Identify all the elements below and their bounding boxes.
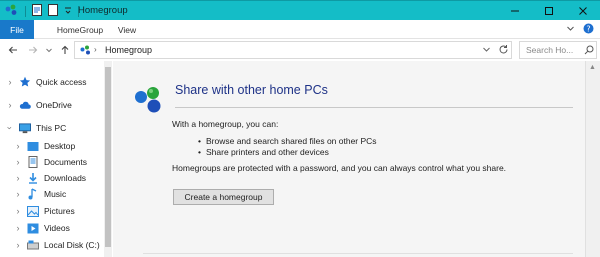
title-divider bbox=[175, 107, 573, 108]
content-pane: Share with other home PCs With a homegro… bbox=[113, 61, 585, 257]
title-bar: Homegroup bbox=[0, 0, 600, 20]
list-item: • Browse and search shared files on other… bbox=[198, 135, 377, 146]
new-folder-icon[interactable] bbox=[48, 4, 58, 18]
expand-chevron-icon[interactable]: › bbox=[5, 77, 15, 87]
tab-view[interactable]: View bbox=[112, 20, 142, 39]
videos-icon bbox=[27, 222, 39, 234]
content-scrollbar[interactable]: ▲ bbox=[585, 61, 600, 257]
feature-list: • Browse and search shared files on other… bbox=[198, 135, 377, 157]
star-icon bbox=[19, 76, 31, 88]
nav-scrollbar[interactable] bbox=[104, 61, 112, 257]
window-controls bbox=[498, 1, 600, 21]
expand-chevron-icon[interactable]: › bbox=[13, 206, 23, 216]
nav-label: OneDrive bbox=[36, 100, 72, 110]
disk-icon bbox=[27, 239, 39, 251]
collapse-chevron-icon[interactable]: › bbox=[5, 123, 15, 133]
nav-label: Quick access bbox=[36, 77, 87, 87]
bottom-divider bbox=[143, 253, 573, 254]
window-title: Homegroup bbox=[78, 5, 128, 16]
nav-item-documents[interactable]: › Documents bbox=[0, 154, 112, 170]
help-icon[interactable]: ? bbox=[583, 23, 594, 36]
search-input[interactable]: Search Ho... bbox=[526, 45, 573, 55]
nav-item-downloads[interactable]: › Downloads bbox=[0, 170, 112, 186]
nav-label: This PC bbox=[36, 123, 67, 133]
nav-label: Downloads bbox=[44, 173, 87, 183]
computer-icon bbox=[19, 122, 31, 134]
minimize-button[interactable] bbox=[498, 1, 532, 21]
scroll-up-icon[interactable]: ▲ bbox=[589, 64, 596, 71]
homegroup-icon bbox=[80, 45, 92, 58]
nav-item-videos[interactable]: › Videos bbox=[0, 220, 112, 236]
expand-chevron-icon[interactable]: › bbox=[13, 141, 23, 151]
pictures-icon bbox=[27, 205, 39, 217]
download-icon bbox=[27, 172, 39, 184]
list-item: • Share printers and other devices bbox=[198, 146, 329, 157]
page-title: Share with other home PCs bbox=[175, 83, 328, 97]
breadcrumb-separator-icon: › bbox=[94, 45, 97, 54]
homegroup-app-icon bbox=[5, 4, 19, 18]
nav-item-onedrive[interactable]: › OneDrive bbox=[0, 97, 112, 113]
address-bar[interactable]: › Homegroup bbox=[74, 41, 512, 59]
nav-scrollbar-thumb[interactable] bbox=[105, 67, 111, 247]
tab-file[interactable]: File bbox=[0, 20, 34, 39]
refresh-icon[interactable] bbox=[498, 44, 509, 57]
nav-label: Pictures bbox=[44, 206, 75, 216]
toolbar-separator bbox=[25, 5, 26, 17]
nav-label: Desktop bbox=[44, 141, 76, 151]
properties-icon[interactable] bbox=[32, 4, 42, 18]
nav-item-pictures[interactable]: › Pictures bbox=[0, 203, 112, 219]
homegroup-panel: Share with other home PCs With a homegro… bbox=[135, 69, 573, 257]
tab-homegroup[interactable]: HomeGroup bbox=[48, 20, 112, 39]
nav-item-desktop[interactable]: › Desktop bbox=[0, 138, 112, 154]
nav-item-this-pc[interactable]: › This PC bbox=[0, 120, 112, 136]
desktop-folder-icon bbox=[27, 140, 39, 152]
customize-toolbar-icon[interactable] bbox=[64, 5, 72, 17]
nav-item-music[interactable]: › Music bbox=[0, 186, 112, 202]
nav-label: Videos bbox=[44, 223, 70, 233]
expand-chevron-icon[interactable]: › bbox=[13, 157, 23, 167]
nav-label: Local Disk (C:) bbox=[44, 240, 100, 250]
nav-item-local-disk[interactable]: › Local Disk (C:) bbox=[0, 237, 112, 253]
breadcrumb-homegroup[interactable]: Homegroup bbox=[105, 45, 152, 55]
homegroup-large-icon bbox=[133, 85, 167, 117]
maximize-button[interactable] bbox=[532, 1, 566, 21]
documents-icon bbox=[27, 156, 39, 168]
nav-label: Documents bbox=[44, 157, 87, 167]
svg-text:?: ? bbox=[586, 24, 590, 33]
intro-text: With a homegroup, you can: bbox=[172, 119, 279, 129]
back-button[interactable] bbox=[6, 42, 20, 58]
quick-access-toolbar bbox=[5, 3, 79, 19]
expand-chevron-icon[interactable]: › bbox=[13, 240, 23, 250]
address-row: › Homegroup Search Ho... bbox=[0, 39, 600, 61]
expand-chevron-icon[interactable]: › bbox=[5, 100, 15, 110]
navigation-pane: › Quick access › OneDrive › This PC › De… bbox=[0, 61, 112, 257]
nav-label: Music bbox=[44, 189, 67, 199]
password-note: Homegroups are protected with a password… bbox=[172, 163, 507, 173]
create-homegroup-button[interactable]: Create a homegroup bbox=[173, 189, 274, 205]
recent-locations-button[interactable] bbox=[42, 42, 56, 58]
expand-chevron-icon[interactable]: › bbox=[13, 173, 23, 183]
search-icon[interactable] bbox=[584, 45, 594, 57]
chevron-down-icon[interactable] bbox=[566, 24, 575, 35]
music-icon bbox=[27, 188, 39, 200]
forward-button[interactable] bbox=[26, 42, 40, 58]
ribbon-right-controls: ? bbox=[566, 23, 594, 36]
close-button[interactable] bbox=[566, 1, 600, 21]
expand-chevron-icon[interactable]: › bbox=[13, 223, 23, 233]
address-dropdown-icon[interactable] bbox=[482, 45, 491, 56]
search-box[interactable]: Search Ho... bbox=[519, 41, 597, 59]
expand-chevron-icon[interactable]: › bbox=[13, 189, 23, 199]
cloud-icon bbox=[19, 99, 31, 111]
nav-item-quick-access[interactable]: › Quick access bbox=[0, 74, 112, 90]
up-button[interactable] bbox=[58, 42, 72, 58]
ribbon-tabs: File HomeGroup View ? bbox=[0, 20, 600, 39]
